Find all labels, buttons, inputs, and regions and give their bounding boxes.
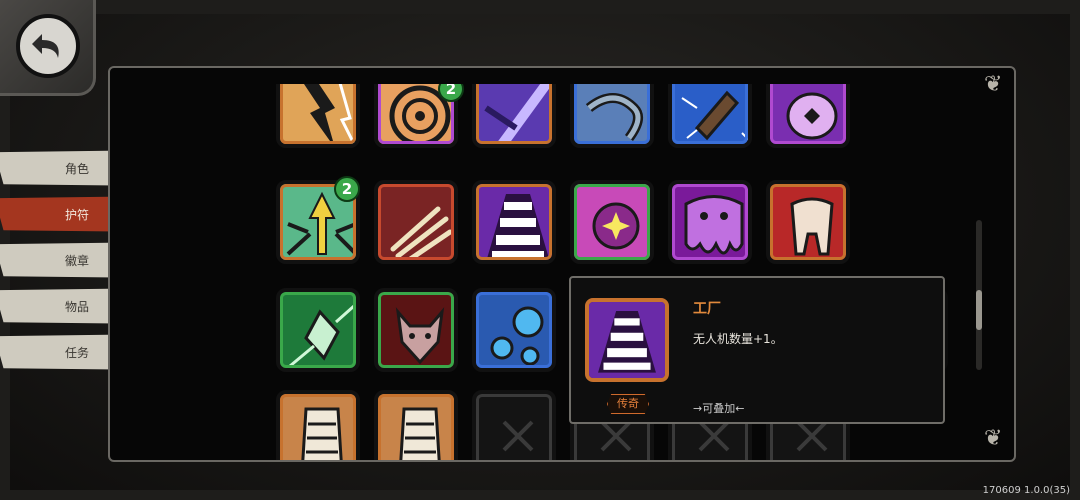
amulet-slot-ribcage[interactable] — [374, 390, 458, 460]
corner-ornament-icon: ❦ — [984, 72, 1003, 97]
amulet-slot-demon[interactable] — [374, 288, 458, 372]
sidebar-item-label: 护符 — [64, 207, 89, 222]
amulet-slot-star-orb[interactable] — [570, 180, 654, 264]
rarity-badge: 传奇 — [607, 394, 649, 414]
amulet-tooltip: 工厂 无人机数量+1。 传奇 →可叠加← — [569, 276, 945, 424]
sidebar-item-label: 角色 — [64, 161, 89, 176]
scrollbar[interactable] — [976, 220, 982, 370]
corner-ornament-icon: ❦ — [984, 426, 1003, 451]
scrollbar-thumb[interactable] — [976, 290, 982, 330]
tooltip-description: 无人机数量+1。 — [693, 332, 783, 346]
amulet-slot-ribcage[interactable] — [276, 390, 360, 460]
sidebar-item-label: 徽章 — [64, 253, 89, 268]
amulet-slot-claws[interactable] — [374, 180, 458, 264]
stack-count-badge: 2 — [334, 176, 360, 202]
stackable-label: →可叠加← — [693, 402, 745, 415]
amulet-slot-empty[interactable] — [472, 390, 556, 460]
amulet-slot-tooth[interactable] — [766, 180, 850, 264]
amulet-slot-blade[interactable] — [472, 84, 556, 148]
version-label: 170609 1.0.0(35) — [982, 485, 1070, 496]
sidebar-item-label: 任务 — [64, 345, 89, 360]
amulet-slot-slime[interactable] — [668, 180, 752, 264]
sidebar-item-label: 物品 — [64, 299, 89, 314]
back-arrow-icon — [16, 14, 80, 78]
amulet-slot-eel[interactable] — [570, 84, 654, 148]
amulet-slot-eye-orbs[interactable] — [472, 288, 556, 372]
amulet-slot-skull[interactable] — [766, 84, 850, 148]
tooltip-title: 工厂 — [693, 301, 721, 317]
amulet-slot-lightning-claw[interactable] — [276, 84, 360, 148]
amulet-slot-green-shard[interactable] — [276, 288, 360, 372]
back-button[interactable] — [0, 0, 96, 96]
amulet-slot-factory[interactable] — [472, 180, 556, 264]
amulet-slot-crystal[interactable] — [668, 84, 752, 148]
factory-icon — [585, 298, 669, 382]
